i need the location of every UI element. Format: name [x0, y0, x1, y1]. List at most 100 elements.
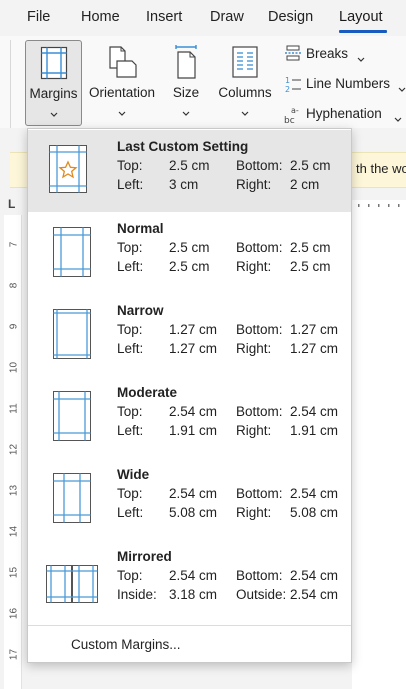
option-value: 3.18 cm: [169, 587, 218, 602]
breaks-icon: [284, 45, 302, 64]
option-label: Top:: [117, 404, 143, 419]
columns-button[interactable]: Columns: [213, 40, 277, 126]
ruler-number: 16: [8, 607, 20, 620]
breaks-label: Breaks: [306, 46, 349, 61]
margin-option-narrow[interactable]: Narrow Top: 1.27 cm Bottom: 1.27 cm Left…: [28, 294, 351, 376]
option-value: 2.54 cm: [290, 587, 339, 602]
line-numbers-button[interactable]: 1 2 Line Numbers: [284, 73, 406, 97]
option-label: Left:: [117, 177, 144, 192]
margin-option-wide[interactable]: Wide Top: 2.54 cm Bottom: 2.54 cm Left: …: [28, 458, 351, 540]
option-label: Right:: [236, 341, 272, 356]
option-label: Bottom:: [236, 240, 283, 255]
normal-margin-icon: [52, 226, 92, 283]
option-value: 2.5 cm: [169, 158, 210, 173]
option-label: Bottom:: [236, 404, 283, 419]
option-label: Top:: [117, 158, 143, 173]
hyphenation-label: Hyphenation: [306, 106, 382, 121]
tab-insert[interactable]: Insert: [146, 9, 182, 25]
wide-margin-icon: [52, 472, 92, 529]
menu-bar: File Home Insert Draw Design Layout: [0, 0, 406, 36]
margins-icon: [39, 45, 69, 86]
breaks-button[interactable]: Breaks: [284, 43, 365, 67]
option-label: Top:: [117, 240, 143, 255]
option-label: Top:: [117, 486, 143, 501]
option-label: Bottom:: [236, 322, 283, 337]
margins-label: Margins: [29, 86, 78, 101]
ruler-number: 15: [8, 566, 20, 579]
vertical-ruler: 7 8 9 10 11 12 13 14 15 16 17: [4, 215, 22, 689]
chevron-down-icon: [241, 104, 249, 122]
option-label: Bottom:: [236, 158, 283, 173]
margin-option-moderate[interactable]: Moderate Top: 2.54 cm Bottom: 2.54 cm Le…: [28, 376, 351, 458]
option-label: Right:: [236, 177, 272, 192]
option-label: Top:: [117, 322, 143, 337]
option-value: 2 cm: [290, 177, 320, 192]
chevron-down-icon: [182, 104, 190, 122]
size-label: Size: [172, 85, 200, 100]
option-value: 5.08 cm: [169, 505, 218, 520]
option-value: 5.08 cm: [290, 505, 339, 520]
option-value: 2.54 cm: [169, 486, 218, 501]
option-title: Wide: [117, 467, 150, 482]
tab-file[interactable]: File: [27, 9, 50, 25]
margin-option-normal[interactable]: Normal Top: 2.5 cm Bottom: 2.5 cm Left: …: [28, 212, 351, 294]
svg-text:2: 2: [285, 85, 290, 93]
orientation-icon: [105, 44, 139, 85]
active-tab-indicator: [339, 30, 387, 33]
option-label: Top:: [117, 568, 143, 583]
option-label: Outside:: [236, 587, 287, 602]
size-button[interactable]: Size: [165, 40, 207, 126]
info-banner-text: th the wo: [356, 161, 406, 176]
svg-text:a-: a-: [291, 106, 299, 115]
option-title: Narrow: [117, 303, 164, 318]
moderate-margin-icon: [52, 390, 92, 447]
hyphenation-button[interactable]: a- bc Hyphenation: [284, 103, 406, 127]
tab-layout[interactable]: Layout: [339, 9, 383, 25]
tab-stop-selector[interactable]: L: [8, 197, 15, 211]
option-title: Mirrored: [117, 549, 172, 564]
document-page[interactable]: [352, 208, 406, 689]
option-label: Right:: [236, 423, 272, 438]
ruler-number: 13: [8, 484, 20, 497]
option-value: 2.54 cm: [290, 486, 339, 501]
margin-option-mirrored[interactable]: Mirrored Top: 2.54 cm Bottom: 2.54 cm In…: [28, 540, 351, 622]
option-value: 2.54 cm: [169, 404, 218, 419]
tab-draw[interactable]: Draw: [210, 9, 244, 25]
option-value: 3 cm: [169, 177, 199, 192]
ruler-number: 7: [8, 241, 20, 248]
ruler-number: 9: [8, 323, 20, 330]
option-value: 2.5 cm: [169, 259, 210, 274]
option-value: 1.27 cm: [169, 341, 218, 356]
mirrored-margin-icon: [45, 564, 99, 609]
option-label: Left:: [117, 259, 144, 274]
option-label: Bottom:: [236, 486, 283, 501]
orientation-button[interactable]: Orientation: [84, 40, 160, 126]
option-label: Left:: [117, 341, 144, 356]
line-numbers-icon: 1 2: [284, 75, 302, 96]
option-label: Bottom:: [236, 568, 283, 583]
narrow-margin-icon: [52, 308, 92, 365]
option-label: Inside:: [117, 587, 157, 602]
line-numbers-label: Line Numbers: [306, 76, 391, 91]
tab-home[interactable]: Home: [81, 9, 120, 25]
margins-dropdown: Last Custom Setting Top: 2.5 cm Bottom: …: [27, 128, 352, 663]
option-value: 1.91 cm: [290, 423, 339, 438]
svg-text:1: 1: [285, 76, 290, 85]
hyphenation-icon: a- bc: [284, 105, 304, 128]
columns-label: Columns: [218, 85, 272, 100]
option-label: Left:: [117, 505, 144, 520]
margin-option-last-custom[interactable]: Last Custom Setting Top: 2.5 cm Bottom: …: [28, 130, 351, 212]
chevron-down-icon: [118, 104, 126, 122]
option-title: Moderate: [117, 385, 178, 400]
option-value: 2.54 cm: [290, 404, 339, 419]
tab-design[interactable]: Design: [268, 9, 313, 25]
ruler-number: 17: [8, 648, 20, 661]
custom-margins-item[interactable]: Custom Margins...: [71, 637, 181, 652]
columns-icon: [230, 44, 260, 85]
option-value: 1.27 cm: [290, 341, 339, 356]
ruler-number: 10: [8, 361, 20, 374]
size-icon: [171, 44, 201, 85]
margins-button[interactable]: Margins: [25, 40, 82, 126]
horizontal-ruler: [352, 197, 406, 210]
option-value: 2.5 cm: [290, 158, 331, 173]
